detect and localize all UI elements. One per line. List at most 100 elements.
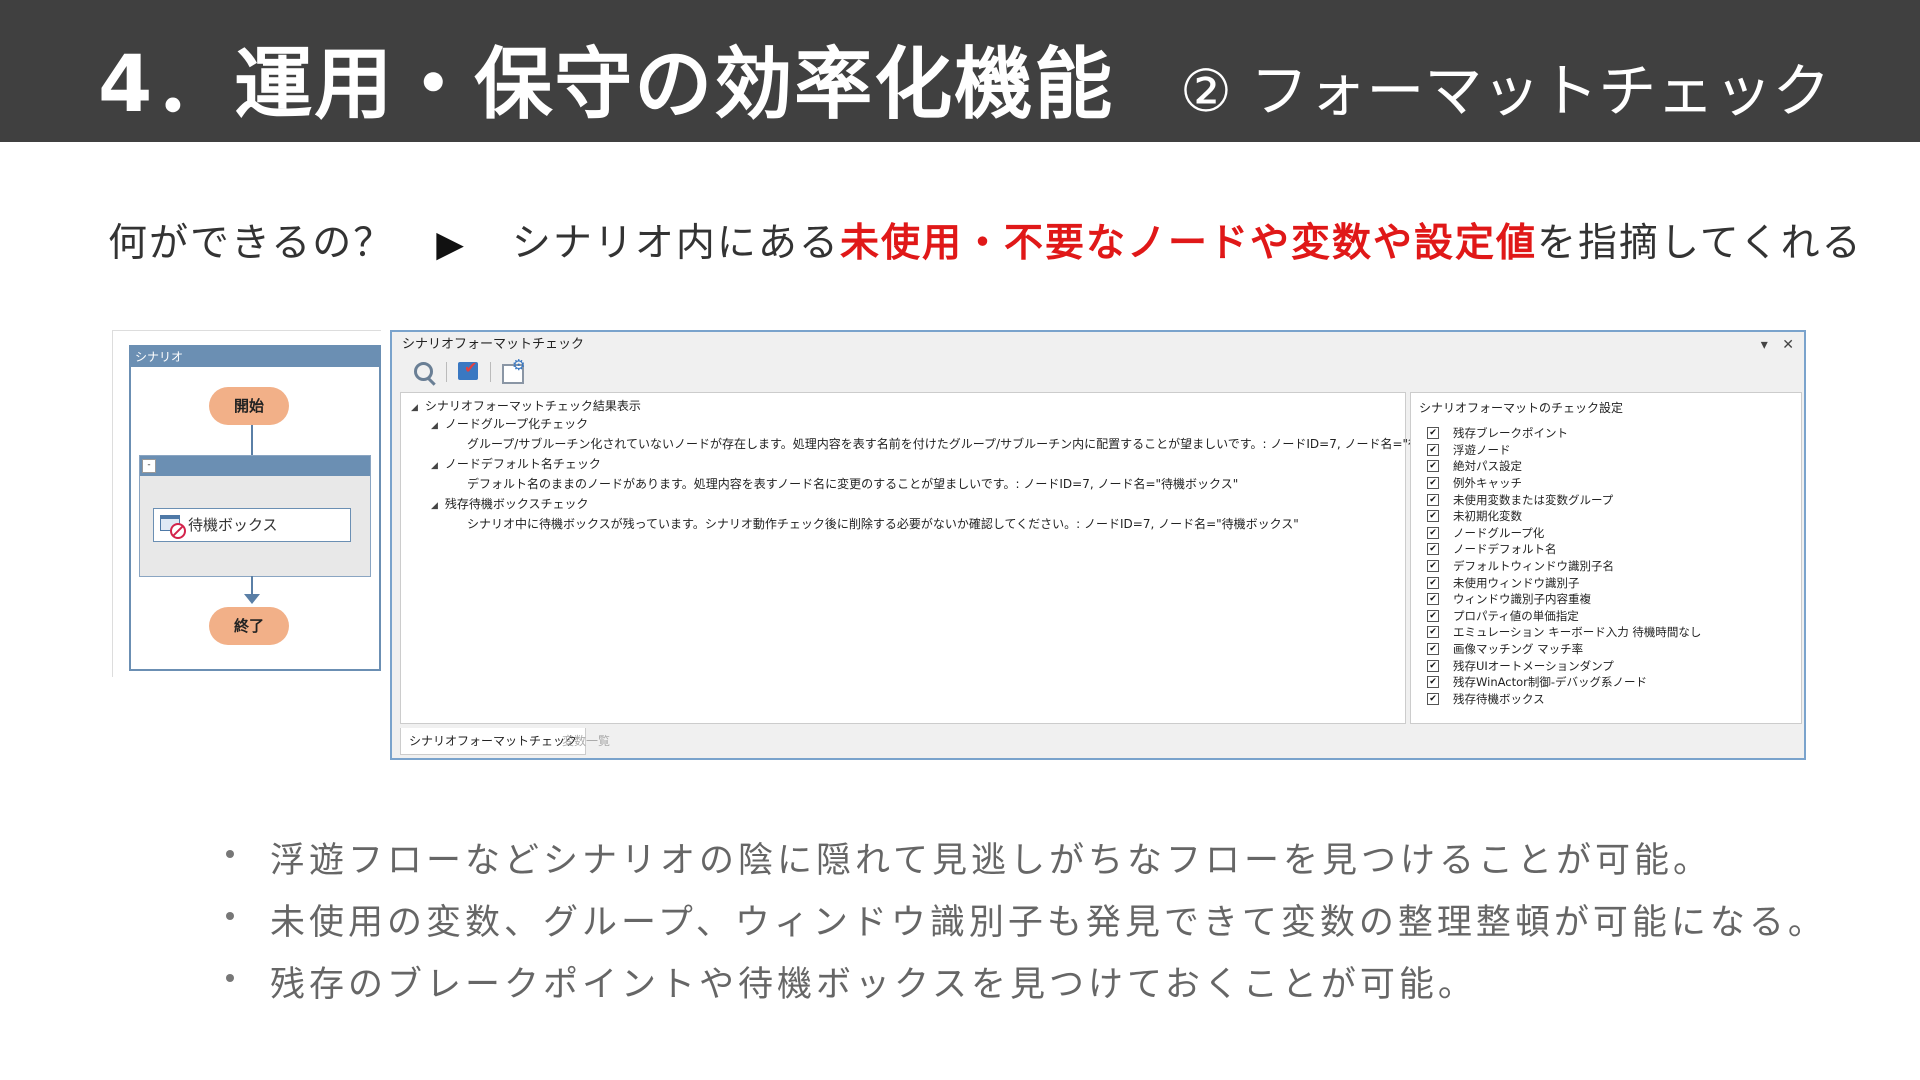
slide-title: 4．運用・保守の効率化機能 xyxy=(98,40,1115,130)
run-check-button[interactable] xyxy=(454,358,482,384)
setting-item[interactable]: ✔ 未初期化変数 xyxy=(1427,508,1701,525)
setting-checkbox[interactable]: ✔ xyxy=(1427,510,1439,523)
slide-header: 4．運用・保守の効率化機能 ② フォーマットチェック xyxy=(0,0,1920,142)
setting-checkbox[interactable]: ✔ xyxy=(1427,692,1439,705)
collapse-triangle-icon[interactable]: ◢ xyxy=(431,461,441,471)
collapse-triangle-icon[interactable]: ◢ xyxy=(431,501,441,511)
tree-category[interactable]: ◢ ノードデフォルト名チェック xyxy=(431,455,601,472)
arrow-down-icon xyxy=(244,594,260,604)
tree-category-label: 残存待機ボックスチェック xyxy=(444,497,589,511)
setting-item[interactable]: ✔ 残存ブレークポイント xyxy=(1427,425,1701,442)
setting-label: 未初期化変数 xyxy=(1453,509,1522,524)
setting-label: 未使用ウィンドウ識別子 xyxy=(1453,575,1580,590)
end-node[interactable]: 終了 xyxy=(209,607,289,645)
setting-label: 残存待機ボックス xyxy=(1453,691,1545,706)
setting-item[interactable]: ✔ 残存待機ボックス xyxy=(1427,691,1701,708)
setting-checkbox[interactable]: ✔ xyxy=(1427,659,1439,672)
setting-item[interactable]: ✔ ノードデフォルト名 xyxy=(1427,541,1701,558)
tree-message[interactable]: シナリオ中に待機ボックスが残っています。シナリオ動作チェック後に削除する必要がな… xyxy=(467,515,1299,532)
toolbar-separator xyxy=(490,362,491,382)
tab-variable-list[interactable]: 変数一覧 xyxy=(554,728,618,754)
prohibited-icon xyxy=(170,523,186,539)
setting-checkbox[interactable]: ✔ xyxy=(1427,626,1439,639)
format-check-title: シナリオフォーマットチェック xyxy=(402,337,585,352)
bullet-text: 浮遊フローなどシナリオの陰に隠れて見逃しがちなフローを見つけることが可能。 xyxy=(270,841,1712,881)
scenario-panel: シナリオ 開始 - 待機ボックス 終了 xyxy=(129,345,381,671)
setting-label: 残存UIオートメーションダンプ xyxy=(1453,658,1614,673)
tree-category[interactable]: ◢ ノードグループ化チェック xyxy=(431,415,588,432)
lead-question: 何ができるの？ xyxy=(108,221,395,266)
setting-label: 残存WinActor制御-デバッグ系ノード xyxy=(1453,675,1648,690)
collapse-triangle-icon[interactable]: ◢ xyxy=(411,403,421,413)
setting-checkbox[interactable]: ✔ xyxy=(1427,427,1439,440)
format-check-titlebar: シナリオフォーマットチェック ▾ ✕ xyxy=(392,332,1804,358)
setting-checkbox[interactable]: ✔ xyxy=(1427,593,1439,606)
setting-item[interactable]: ✔ 浮遊ノード xyxy=(1427,442,1701,459)
setting-label: 浮遊ノード xyxy=(1453,442,1511,457)
setting-checkbox[interactable]: ✔ xyxy=(1427,460,1439,473)
bullet-item: 浮遊フローなどシナリオの陰に隠れて見逃しがちなフローを見つけることが可能。 xyxy=(218,832,1827,894)
scenario-panel-title: シナリオ xyxy=(131,347,379,367)
setting-label: 絶対パス設定 xyxy=(1453,459,1522,474)
group-node[interactable]: - 待機ボックス xyxy=(139,455,371,577)
setting-item[interactable]: ✔ 例外キャッチ xyxy=(1427,475,1701,492)
start-node[interactable]: 開始 xyxy=(209,387,289,425)
bullet-dot xyxy=(226,912,234,920)
setting-item[interactable]: ✔ ノードグループ化 xyxy=(1427,525,1701,542)
setting-item[interactable]: ✔ 未使用変数または変数グループ xyxy=(1427,491,1701,508)
check-settings-button[interactable] xyxy=(498,356,526,384)
tree-root-label: シナリオフォーマットチェック結果表示 xyxy=(424,399,641,413)
minus-box-icon[interactable]: - xyxy=(142,459,156,473)
setting-item[interactable]: ✔ エミュレーション キーボード入力 待機時間なし xyxy=(1427,624,1701,641)
bullet-list: 浮遊フローなどシナリオの陰に隠れて見逃しがちなフローを見つけることが可能。 未使… xyxy=(218,832,1827,1018)
toolbar-separator xyxy=(446,362,447,382)
bullet-dot xyxy=(226,850,234,858)
setting-item[interactable]: ✔ 絶対パス設定 xyxy=(1427,458,1701,475)
setting-label: 画像マッチング マッチ率 xyxy=(1453,642,1584,657)
bullet-dot xyxy=(226,974,234,982)
setting-checkbox[interactable]: ✔ xyxy=(1427,576,1439,589)
tree-category[interactable]: ◢ 残存待機ボックスチェック xyxy=(431,495,588,512)
format-check-toolbar xyxy=(392,356,1804,386)
lead-sentence: 何ができるの？ ▶ シナリオ内にある未使用・不要なノードや変数や設定値を指摘してくれ… xyxy=(108,212,1863,268)
tree-root[interactable]: ◢ シナリオフォーマットチェック結果表示 xyxy=(411,397,641,414)
setting-checkbox[interactable]: ✔ xyxy=(1427,609,1439,622)
setting-checkbox[interactable]: ✔ xyxy=(1427,676,1439,689)
setting-item[interactable]: ✔ 未使用ウィンドウ識別子 xyxy=(1427,574,1701,591)
setting-label: エミュレーション キーボード入力 待機時間なし xyxy=(1453,625,1702,640)
setting-item[interactable]: ✔ ウィンドウ識別子内容重複 xyxy=(1427,591,1701,608)
setting-item[interactable]: ✔ 残存UIオートメーションダンプ xyxy=(1427,657,1701,674)
setting-item[interactable]: ✔ プロパティ値の単価指定 xyxy=(1427,608,1701,625)
play-arrow-icon: ▶ xyxy=(436,224,466,265)
setting-item[interactable]: ✔ デフォルトウィンドウ識別子名 xyxy=(1427,558,1701,575)
setting-checkbox[interactable]: ✔ xyxy=(1427,560,1439,573)
setting-checkbox[interactable]: ✔ xyxy=(1427,526,1439,539)
setting-checkbox[interactable]: ✔ xyxy=(1427,543,1439,556)
bottom-tab-bar: シナリオフォーマットチェック 変数一覧 xyxy=(400,728,1798,755)
pin-dropdown-icon[interactable]: ▾ xyxy=(1761,337,1768,353)
setting-checkbox[interactable]: ✔ xyxy=(1427,643,1439,656)
bullet-item: 残存のブレークポイントや待機ボックスを見つけておくことが可能。 xyxy=(218,956,1827,1018)
search-icon xyxy=(414,362,433,381)
tree-category-label: ノードグループ化チェック xyxy=(444,417,589,431)
search-button[interactable] xyxy=(410,360,438,384)
bullet-text: 未使用の変数、グループ、ウィンドウ識別子も発見できて変数の整理整頓が可能になる。 xyxy=(270,903,1827,943)
setting-label: プロパティ値の単価指定 xyxy=(1453,608,1579,623)
setting-item[interactable]: ✔ 残存WinActor制御-デバッグ系ノード xyxy=(1427,674,1701,691)
setting-item[interactable]: ✔ 画像マッチング マッチ率 xyxy=(1427,641,1701,658)
collapse-triangle-icon[interactable]: ◢ xyxy=(431,421,441,431)
setting-checkbox[interactable]: ✔ xyxy=(1427,477,1439,490)
lead-prefix: シナリオ内にある xyxy=(511,221,840,266)
setting-checkbox[interactable]: ✔ xyxy=(1427,443,1439,456)
wait-box-node[interactable]: 待機ボックス xyxy=(153,508,351,542)
setting-label: ノードグループ化 xyxy=(1453,525,1545,540)
lead-suffix: を指摘してくれる xyxy=(1536,221,1863,266)
check-result-tree: ◢ シナリオフォーマットチェック結果表示 ◢ ノードグループ化チェック グループ… xyxy=(400,392,1485,724)
settings-document-icon xyxy=(502,356,525,384)
slide-subtitle: ② フォーマットチェック xyxy=(1180,57,1831,125)
tree-message[interactable]: グループ/サブルーチン化されていないノードが存在します。処理内容を表す名前を付け… xyxy=(467,435,1485,452)
setting-checkbox[interactable]: ✔ xyxy=(1427,493,1439,506)
close-icon[interactable]: ✕ xyxy=(1782,337,1794,353)
tree-message[interactable]: デフォルト名のままのノードがあります。処理内容を表すノード名に変更のすることが望… xyxy=(467,475,1238,492)
tree-category-label: ノードデフォルト名チェック xyxy=(444,457,601,471)
